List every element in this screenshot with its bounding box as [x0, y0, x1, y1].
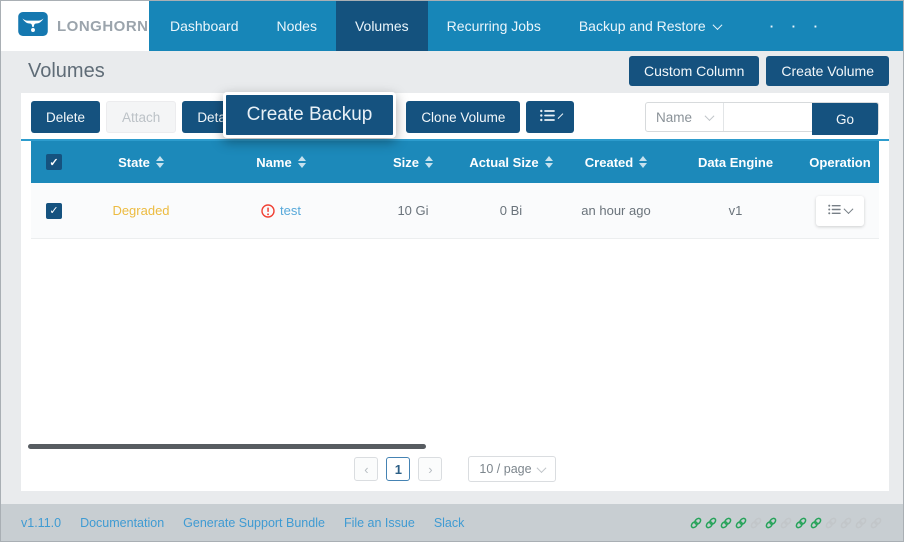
- chain-link-icon: [734, 516, 748, 530]
- generate-support-bundle-link[interactable]: Generate Support Bundle: [183, 516, 325, 530]
- chain-link-icon: [869, 516, 883, 530]
- chain-link-icon: [779, 516, 793, 530]
- select-all-checkbox[interactable]: ✓: [46, 154, 62, 170]
- volumes-table: ✓ State Name Size Actual Size: [31, 141, 879, 239]
- clone-volume-button[interactable]: Clone Volume: [406, 101, 520, 133]
- chevron-down-icon: [844, 204, 854, 214]
- footer: v1.11.0 Documentation Generate Support B…: [1, 504, 903, 541]
- create-volume-button[interactable]: Create Volume: [766, 56, 889, 86]
- search-go-button[interactable]: Go: [812, 103, 878, 135]
- page-header: Volumes Custom Column Create Volume: [1, 51, 903, 93]
- chain-link-icon: [719, 516, 733, 530]
- chain-link-icon: [839, 516, 853, 530]
- chevron-down-icon: [705, 111, 715, 121]
- volume-size: 10 Gi: [366, 183, 460, 238]
- search-field-select[interactable]: Name: [646, 103, 724, 131]
- brand-logo[interactable]: LONGHORN: [1, 1, 149, 51]
- volume-actual-size: 0 Bi: [460, 183, 562, 238]
- chain-link-icon: [764, 516, 778, 530]
- custom-column-button[interactable]: Custom Column: [629, 56, 759, 86]
- longhorn-bull-icon: [18, 12, 48, 41]
- exclamation-circle-icon: [261, 204, 275, 218]
- volume-created: an hour ago: [562, 183, 670, 238]
- create-backup-button[interactable]: Create Backup: [223, 92, 396, 138]
- column-header-name[interactable]: Name: [196, 141, 366, 183]
- select-all-cell: ✓: [31, 141, 86, 183]
- sort-icon[interactable]: [425, 156, 433, 168]
- nav-item-backup-and-restore[interactable]: Backup and Restore: [560, 1, 740, 51]
- row-select-cell: ✓: [31, 183, 86, 238]
- nav-item-volumes[interactable]: Volumes: [336, 1, 428, 51]
- version-link[interactable]: v1.11.0: [21, 516, 61, 530]
- chain-link-icon: [794, 516, 808, 530]
- page-title: Volumes: [28, 60, 105, 83]
- volume-data-engine: v1: [670, 183, 801, 238]
- delete-button[interactable]: Delete: [31, 101, 100, 133]
- chain-link-icon: [824, 516, 838, 530]
- chain-link-icon: [749, 516, 763, 530]
- pagination-next-button[interactable]: ›: [418, 457, 442, 481]
- chevron-down-icon: [712, 20, 722, 30]
- top-navbar: LONGHORN Dashboard Nodes Volumes Recurri…: [1, 1, 903, 51]
- column-header-data-engine: Data Engine: [670, 141, 801, 183]
- row-checkbox[interactable]: ✓: [46, 203, 62, 219]
- nav-item-nodes[interactable]: Nodes: [258, 1, 336, 51]
- row-operation-menu-button[interactable]: [816, 196, 864, 226]
- sort-icon[interactable]: [298, 156, 306, 168]
- longhorn-app-window: LONGHORN Dashboard Nodes Volumes Recurri…: [0, 0, 904, 542]
- chain-link-icon: [689, 516, 703, 530]
- sort-icon[interactable]: [639, 156, 647, 168]
- volume-name-cell: test: [196, 183, 366, 238]
- slack-link[interactable]: Slack: [434, 516, 465, 530]
- column-header-operation: Operation: [801, 141, 879, 183]
- column-header-actual-size[interactable]: Actual Size: [460, 141, 562, 183]
- page-actions: Custom Column Create Volume: [629, 56, 889, 86]
- search-group: Name Go: [645, 102, 879, 132]
- column-header-state[interactable]: State: [86, 141, 196, 183]
- volume-operation-cell: [801, 183, 879, 238]
- websocket-status-indicators: [689, 516, 883, 530]
- attach-button: Attach: [106, 101, 176, 133]
- file-an-issue-link[interactable]: File an Issue: [344, 516, 415, 530]
- chain-link-icon: [809, 516, 823, 530]
- pagination: ‹ 1 › 10 / page: [21, 456, 889, 482]
- volume-state: Degraded: [86, 183, 196, 238]
- chevron-down-icon: [536, 463, 546, 473]
- pagination-page-1[interactable]: 1: [386, 457, 410, 481]
- unordered-list-icon: [540, 109, 555, 125]
- column-header-size[interactable]: Size: [366, 141, 460, 183]
- volumes-card: Delete Attach Detach Clone Volume: [21, 93, 889, 491]
- chain-link-icon: [854, 516, 868, 530]
- page-size-select[interactable]: 10 / page: [468, 456, 555, 482]
- nav-item-dashboard[interactable]: Dashboard: [151, 1, 258, 51]
- table-row: ✓ Degraded test 10 Gi 0 Bi an hour ago: [31, 183, 879, 239]
- table-header-row: ✓ State Name Size Actual Size: [31, 141, 879, 183]
- bulk-actions-toolbar: Delete Attach Detach Clone Volume: [31, 101, 879, 133]
- nav-items: Dashboard Nodes Volumes Recurring Jobs B…: [151, 1, 844, 51]
- sort-icon[interactable]: [156, 156, 164, 168]
- documentation-link[interactable]: Documentation: [80, 516, 164, 530]
- volume-name-link[interactable]: test: [280, 203, 301, 218]
- chevron-down-icon: [558, 113, 564, 119]
- nav-item-recurring-jobs[interactable]: Recurring Jobs: [428, 1, 560, 51]
- more-bulk-actions-button[interactable]: [526, 101, 574, 133]
- chain-link-icon: [704, 516, 718, 530]
- column-header-created[interactable]: Created: [562, 141, 670, 183]
- sort-icon[interactable]: [545, 156, 553, 168]
- unordered-list-icon: [828, 203, 841, 218]
- nav-item-more[interactable]: · · ·: [740, 1, 844, 51]
- search-input[interactable]: [724, 103, 812, 131]
- pagination-prev-button[interactable]: ‹: [354, 457, 378, 481]
- horizontal-scrollbar-thumb[interactable]: [28, 444, 426, 449]
- brand-name: LONGHORN: [57, 18, 149, 35]
